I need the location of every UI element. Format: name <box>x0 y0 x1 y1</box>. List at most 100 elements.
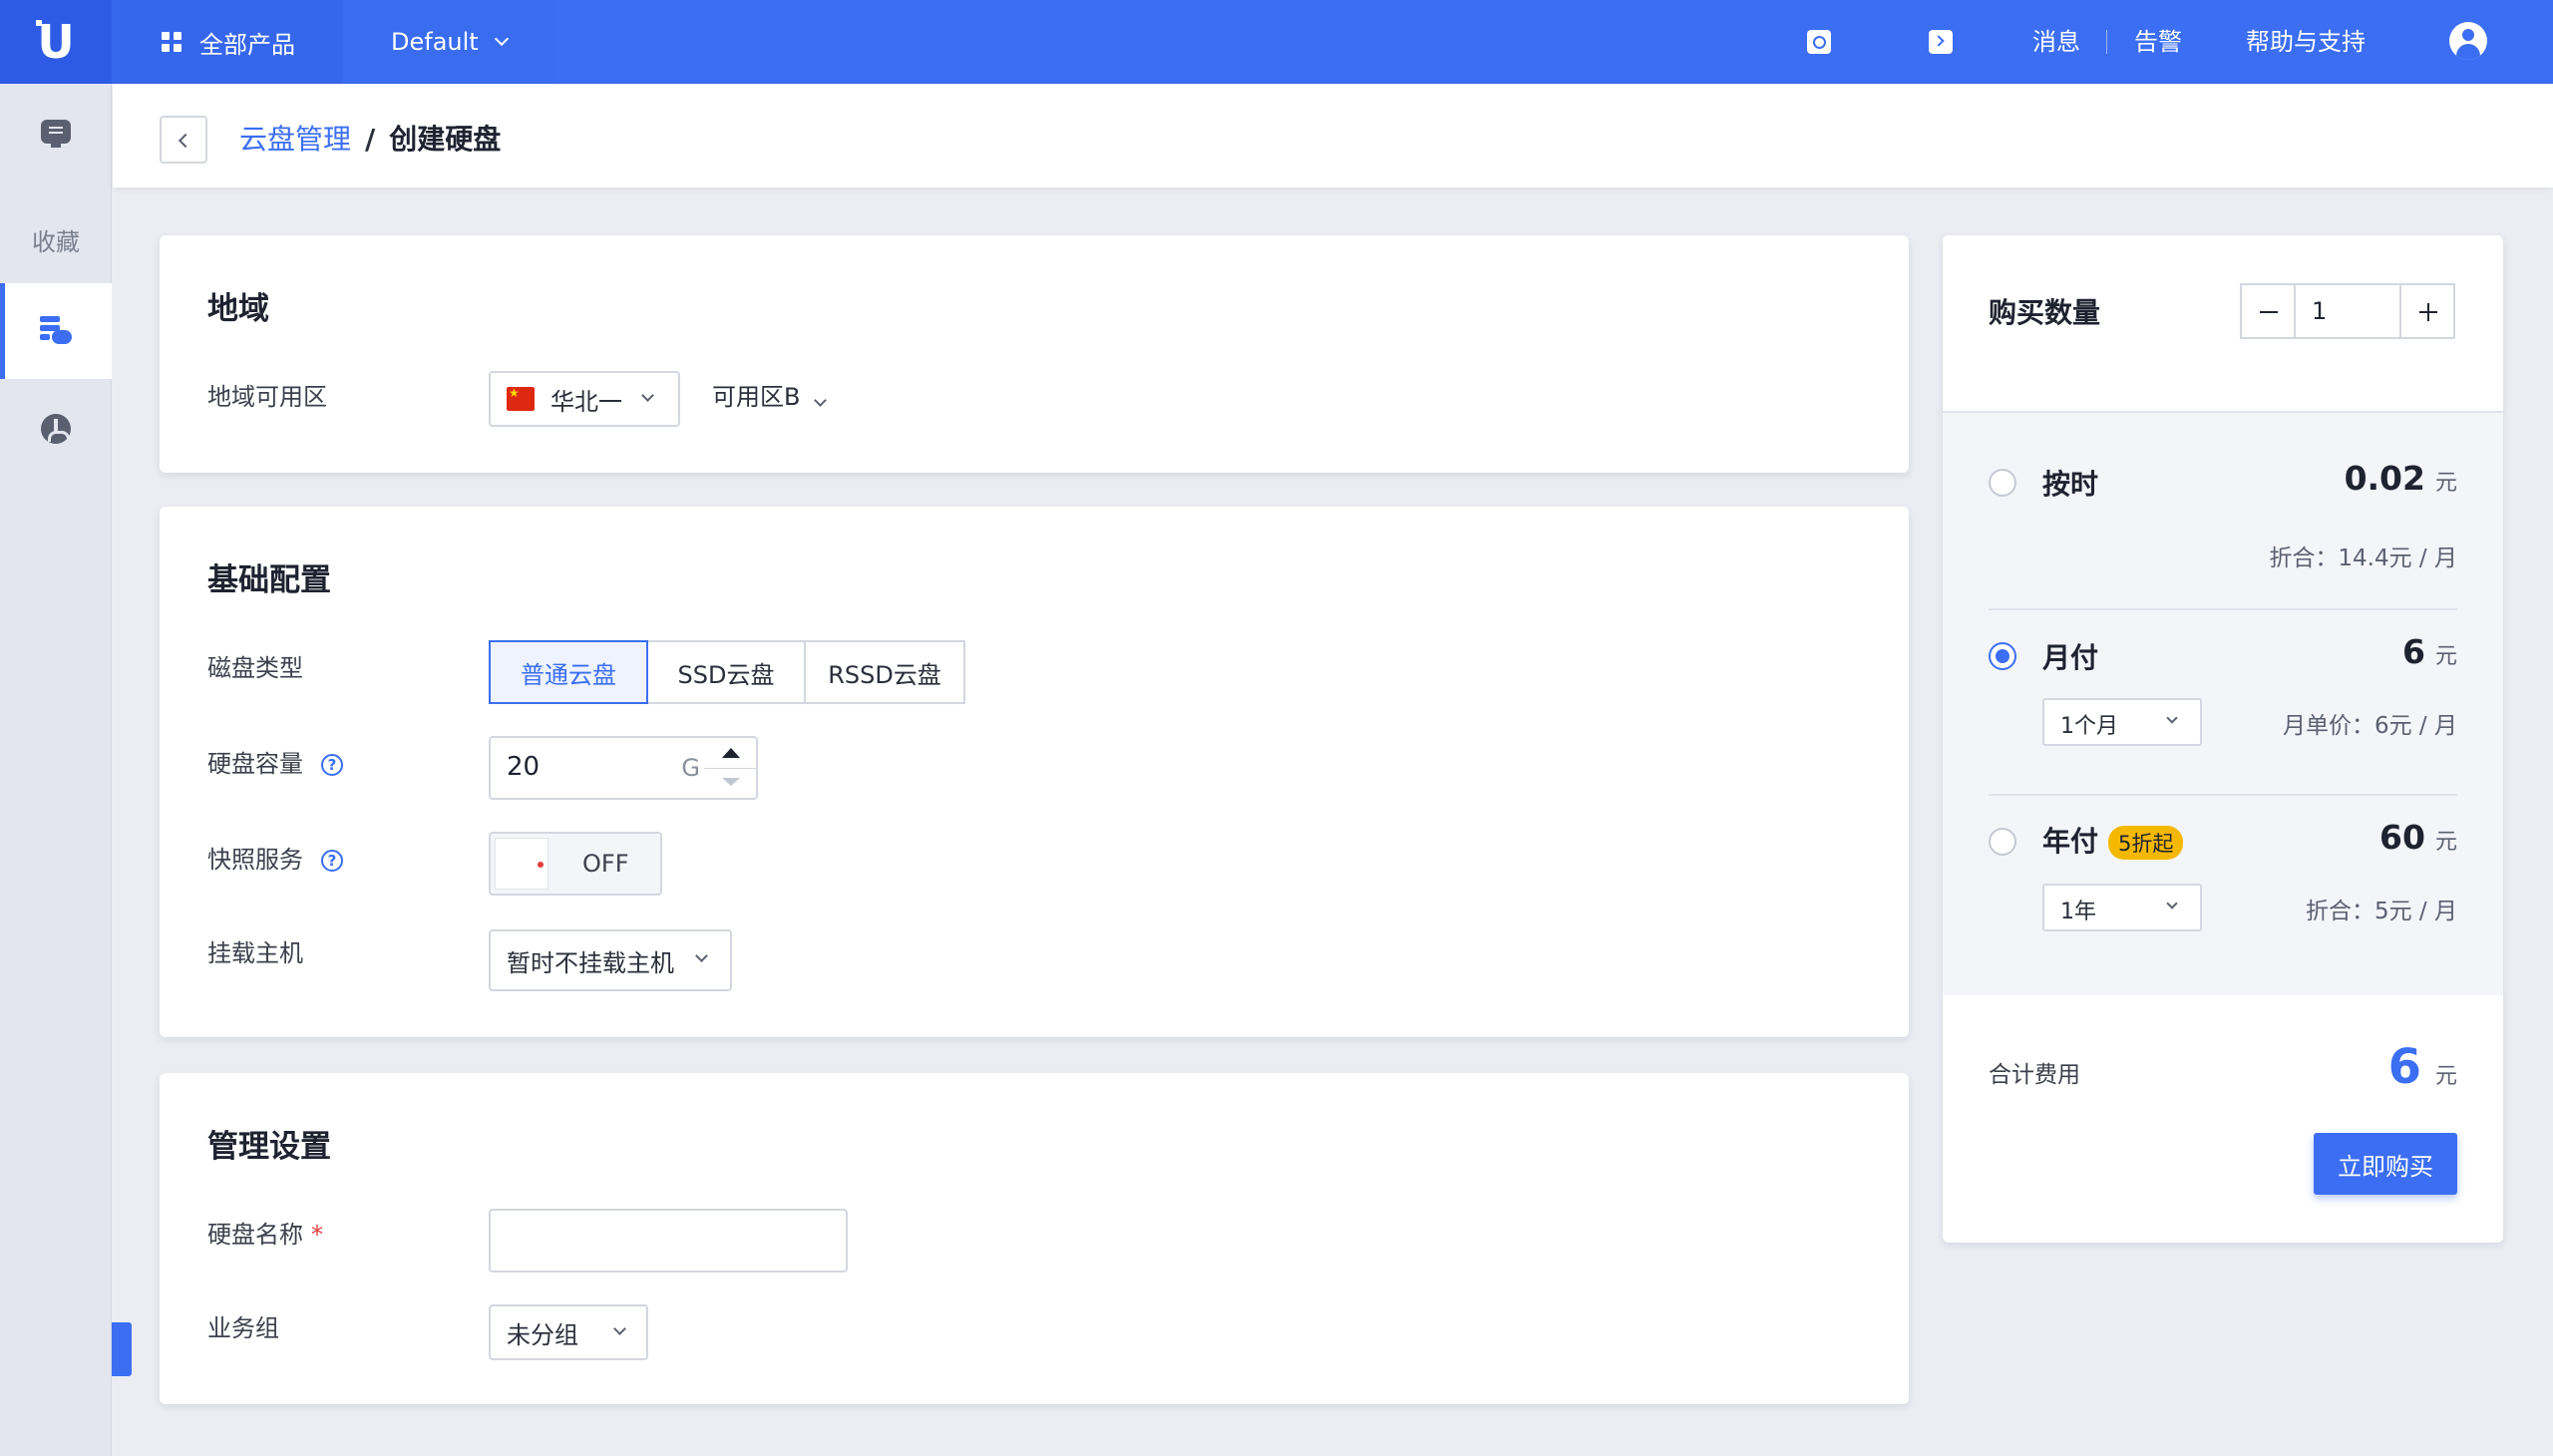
increase-button[interactable] <box>2399 283 2455 339</box>
capacity-stepper[interactable] <box>704 738 756 798</box>
manage-settings-title: 管理设置 <box>207 1129 331 1165</box>
plan-monthly-name: 月付 <box>2042 641 2099 674</box>
arrow-up-icon[interactable] <box>722 748 740 758</box>
plan-monthly-radio[interactable] <box>1989 642 2016 670</box>
sidebar-item-messages[interactable] <box>0 84 112 180</box>
top-bar: U 全部产品 Default 消息 告警 帮助与支持 <box>0 0 2553 84</box>
yearly-period-value: 1年 <box>2060 900 2096 924</box>
plan-monthly[interactable]: 月付 6元 1个月 月单价：6元 / 月 <box>1943 610 2503 794</box>
total-cost: 6元 <box>2388 1039 2457 1095</box>
mount-host-select[interactable]: 暂时不挂载主机 <box>489 929 732 991</box>
required-mark: * <box>311 1221 323 1249</box>
plan-hourly-radio[interactable] <box>1989 469 2016 497</box>
region-select[interactable]: 华北一 <box>489 371 680 427</box>
plan-hourly-name: 按时 <box>2042 468 2099 501</box>
chevron-down-icon <box>641 389 654 402</box>
disk-type-rssd[interactable]: RSSD云盘 <box>804 640 965 704</box>
breadcrumb-separator: / <box>365 123 376 156</box>
business-group-value: 未分组 <box>507 1320 578 1349</box>
sidebar-item-favorites[interactable]: 收藏 <box>0 191 112 287</box>
monthly-period-select[interactable]: 1个月 <box>2042 698 2202 746</box>
discount-badge: 5折起 <box>2108 826 2184 860</box>
manage-settings-card: 管理设置 硬盘名称 * 业务组 未分组 <box>160 1073 1909 1404</box>
order-summary-panel: 购买数量 1 按时 0.02 元 折合：14.4元 / 月 月付 6元 1个月 月… <box>1943 235 2503 1243</box>
chevron-down-icon <box>613 1322 626 1335</box>
sidebar-item-cloud-disk[interactable] <box>0 283 112 379</box>
billing-plans: 按时 0.02 元 折合：14.4元 / 月 月付 6元 1个月 月单价：6元 /… <box>1943 413 2503 995</box>
logo-letter: U <box>37 15 75 69</box>
currency-unit: 元 <box>2434 1064 2457 1089</box>
sidebar-item-network[interactable] <box>0 381 112 477</box>
zone-select[interactable]: 可用区B <box>712 381 828 413</box>
capacity-label: 硬盘容量? <box>207 748 343 780</box>
avatar-head <box>2462 29 2474 41</box>
avatar-body <box>2456 44 2480 60</box>
business-group-label: 业务组 <box>207 1314 279 1342</box>
currency-unit: 元 <box>2434 471 2457 496</box>
plan-monthly-price: 6元 <box>2402 632 2457 671</box>
help-icon[interactable]: ? <box>321 754 343 776</box>
zone-select-value: 可用区B <box>712 383 801 411</box>
logo-dot <box>36 20 42 26</box>
disk-name-label: 硬盘名称 * <box>207 1219 323 1251</box>
plan-hourly-note: 折合：14.4元 / 月 <box>2269 546 2457 571</box>
plan-yearly-price-value: 60 <box>2379 818 2425 857</box>
business-group-select[interactable]: 未分组 <box>489 1304 648 1360</box>
grid-icon <box>162 32 182 52</box>
back-button[interactable] <box>160 116 207 164</box>
messages-link[interactable]: 消息 <box>2032 26 2080 58</box>
plan-yearly-radio[interactable] <box>1989 828 2016 856</box>
network-icon <box>41 414 71 444</box>
capacity-unit: G <box>681 754 700 782</box>
plan-monthly-price-value: 6 <box>2402 632 2425 671</box>
breadcrumb: 云盘管理 / 创建硬盘 <box>239 122 501 158</box>
sidebar-collapse-handle[interactable] <box>112 1322 132 1376</box>
snapshot-toggle[interactable]: OFF <box>489 832 662 896</box>
plan-monthly-note: 月单价：6元 / 月 <box>2282 713 2457 739</box>
help-icon[interactable]: ? <box>321 850 343 872</box>
capacity-input[interactable]: 20 G <box>489 736 758 800</box>
disk-name-label-text: 硬盘名称 <box>207 1221 303 1249</box>
region-zone-label: 地域可用区 <box>207 383 327 411</box>
chevron-down-icon <box>814 394 828 407</box>
all-products-label: 全部产品 <box>199 30 295 59</box>
user-avatar-icon[interactable] <box>2449 22 2487 60</box>
mount-host-label: 挂载主机 <box>207 939 303 967</box>
topbar-divider <box>2106 30 2107 54</box>
project-selector[interactable]: Default <box>343 0 554 84</box>
terminal-icon[interactable] <box>1929 30 1953 54</box>
plan-yearly-price: 60 元 <box>2379 818 2457 857</box>
plan-yearly[interactable]: 年付 5折起 60 元 1年 折合：5元 / 月 <box>1943 796 2503 995</box>
sidebar: 收藏 <box>0 84 112 1456</box>
disk-type-standard[interactable]: 普通云盘 <box>489 640 648 704</box>
currency-unit: 元 <box>2434 830 2457 855</box>
disk-type-label: 磁盘类型 <box>207 654 303 682</box>
capacity-label-text: 硬盘容量 <box>207 750 303 778</box>
snapshot-label: 快照服务? <box>207 844 343 876</box>
stepper-divider <box>704 768 756 769</box>
help-support-link[interactable]: 帮助与支持 <box>2246 26 2366 58</box>
logo[interactable]: U <box>0 0 112 84</box>
decrease-button[interactable] <box>2240 283 2296 339</box>
plan-hourly[interactable]: 按时 0.02 元 折合：14.4元 / 月 <box>1943 413 2503 608</box>
page-title: 创建硬盘 <box>389 123 502 156</box>
yearly-period-select[interactable]: 1年 <box>2042 884 2202 931</box>
buy-now-button[interactable]: 立即购买 <box>2314 1133 2457 1195</box>
quantity-input[interactable]: 1 <box>2296 283 2399 339</box>
monthly-period-value: 1个月 <box>2060 714 2118 739</box>
snapshot-toggle-label: OFF <box>582 850 629 878</box>
breadcrumb-parent-link[interactable]: 云盘管理 <box>239 122 351 158</box>
disk-name-field[interactable] <box>489 1209 848 1273</box>
arrow-down-icon[interactable] <box>722 778 740 786</box>
total-cost-value: 6 <box>2387 1039 2421 1095</box>
plan-hourly-price-value: 0.02 <box>2344 459 2425 498</box>
alerts-link[interactable]: 告警 <box>2134 26 2182 58</box>
search-icon[interactable] <box>1807 30 1831 54</box>
snapshot-label-text: 快照服务 <box>207 846 303 874</box>
mount-host-value: 暂时不挂载主机 <box>507 948 674 977</box>
plan-yearly-note: 折合：5元 / 月 <box>2305 899 2457 924</box>
sidebar-favorites-label: 收藏 <box>32 227 80 256</box>
all-products-menu[interactable]: 全部产品 <box>112 0 343 84</box>
basic-config-title: 基础配置 <box>207 562 331 598</box>
disk-type-ssd[interactable]: SSD云盘 <box>646 640 806 704</box>
